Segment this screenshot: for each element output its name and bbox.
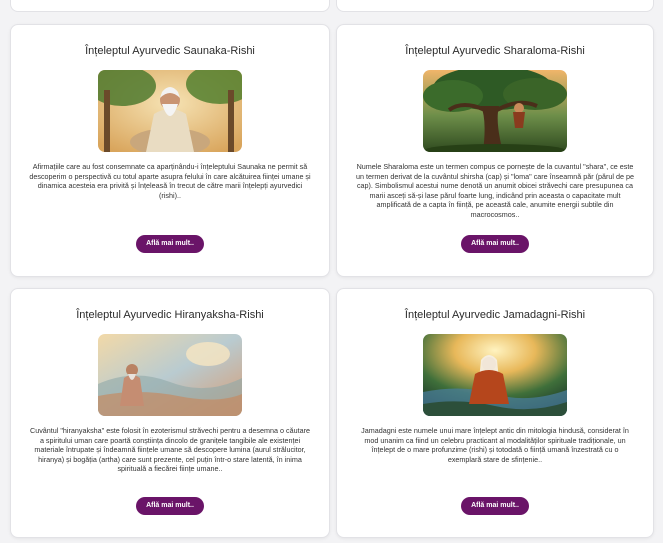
learn-more-button[interactable]: Află mai mult.. — [136, 497, 204, 515]
learn-more-button[interactable]: Află mai mult.. — [461, 497, 529, 515]
card-title: Înțeleptul Ayurvedic Saunaka-Rishi — [85, 45, 255, 57]
card-description: Numele Sharaloma este un termen compus c… — [356, 162, 634, 219]
page: Înțeleptul Ayurvedic Saunaka-Rishi Afirm… — [0, 0, 663, 543]
article-card-saunaka: Înțeleptul Ayurvedic Saunaka-Rishi Afirm… — [10, 24, 330, 277]
learn-more-button[interactable]: Află mai mult.. — [461, 235, 529, 253]
article-card-jamadagni: Înțeleptul Ayurvedic Jamadagni-Rishi Jam… — [336, 288, 654, 538]
card-description: Cuvântul "hiranyaksha" este folosit în e… — [30, 426, 310, 474]
card-description: Jamadagni este numele unui mare înțelept… — [361, 426, 629, 464]
card-bottom-edge-left — [10, 0, 330, 12]
card-description: Afirmațiile care au fost consemnate ca a… — [29, 162, 311, 200]
card-bottom-edge-right — [336, 0, 654, 12]
sage-image[interactable] — [423, 70, 567, 152]
sage-image[interactable] — [423, 334, 567, 416]
sage-image[interactable] — [98, 334, 242, 416]
card-title: Înțeleptul Ayurvedic Sharaloma-Rishi — [405, 45, 585, 57]
article-card-hiranyaksha: Înțeleptul Ayurvedic Hiranyaksha-Rishi C… — [10, 288, 330, 538]
learn-more-button[interactable]: Află mai mult.. — [136, 235, 204, 253]
card-title: Înțeleptul Ayurvedic Hiranyaksha-Rishi — [76, 309, 264, 321]
article-card-sharaloma: Înțeleptul Ayurvedic Sharaloma-Rishi Num… — [336, 24, 654, 277]
card-title: Înțeleptul Ayurvedic Jamadagni-Rishi — [404, 309, 586, 321]
sage-image[interactable] — [98, 70, 242, 152]
